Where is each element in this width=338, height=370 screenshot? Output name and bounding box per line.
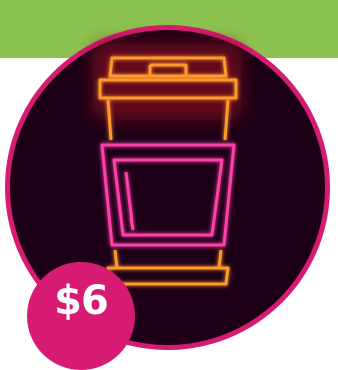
cup-sleeve	[100, 143, 236, 247]
price-badge: $6	[27, 262, 135, 370]
price-label: $6	[54, 278, 109, 324]
cup-lower-body	[106, 249, 230, 286]
